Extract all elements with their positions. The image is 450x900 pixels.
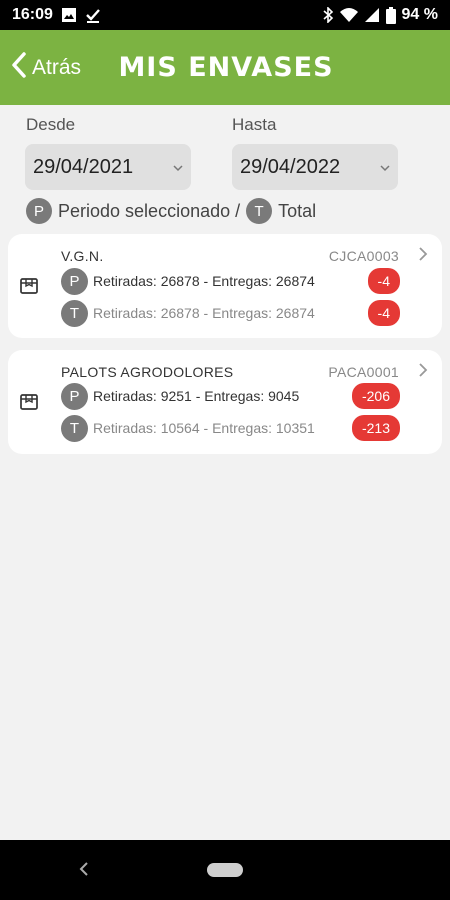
wifi-icon [339, 7, 358, 23]
from-date-select[interactable]: 29/04/2021 [25, 144, 191, 190]
period-text: Retiradas: 9251 - Entregas: 9045 [93, 388, 300, 404]
chevron-right-icon [418, 246, 428, 267]
system-nav-bar [0, 840, 450, 900]
container-name: V.G.N. [61, 248, 104, 264]
signal-icon [364, 7, 380, 23]
status-bar: 16:09 94 % [0, 0, 450, 30]
total-text: Retiradas: 10564 - Entregas: 10351 [93, 420, 315, 436]
nav-back-icon[interactable] [78, 858, 90, 884]
from-label: Desde [26, 115, 76, 134]
balance-badge: -4 [367, 268, 400, 294]
period-row: P Retiradas: 9251 - Entregas: 9045 -206 [61, 382, 400, 410]
back-button[interactable]: Atrás [10, 30, 81, 105]
image-icon [61, 7, 77, 23]
period-circle: P [26, 198, 52, 224]
total-circle: T [246, 198, 273, 224]
status-time: 16:09 [12, 6, 53, 23]
from-date-value: 29/04/2021 [33, 155, 134, 178]
chevron-down-icon [380, 160, 390, 175]
to-date-value: 29/04/2022 [240, 155, 341, 178]
app-header: MIS ENVASES Atrás [0, 30, 450, 105]
period-circle: P [61, 267, 88, 295]
balance-badge: -206 [351, 383, 400, 409]
period-row: P Retiradas: 26878 - Entregas: 26874 -4 [61, 267, 400, 295]
balance-badge: -4 [367, 300, 400, 326]
container-code: CJCA0003 [328, 248, 399, 264]
balance-badge: -213 [351, 415, 400, 441]
back-label: Atrás [32, 55, 82, 79]
chevron-left-icon [10, 51, 28, 85]
legend: P Periodo seleccionado / T Total [26, 198, 316, 224]
chevron-down-icon [173, 160, 183, 175]
period-legend-label: Periodo seleccionado / [58, 200, 241, 221]
chevron-right-icon [418, 362, 428, 383]
box-icon [19, 391, 39, 411]
period-circle: P [61, 382, 88, 410]
total-circle: T [61, 414, 88, 442]
nav-home-pill[interactable] [207, 863, 243, 877]
container-card[interactable]: V.G.N. CJCA0003 P Retiradas: 26878 - Ent… [8, 234, 442, 338]
total-row: T Retiradas: 26878 - Entregas: 26874 -4 [61, 299, 400, 327]
box-icon [19, 275, 39, 295]
total-text: Retiradas: 26878 - Entregas: 26874 [93, 305, 315, 321]
bluetooth-icon [322, 7, 334, 23]
download-done-icon [85, 7, 101, 23]
total-legend-label: Total [278, 200, 317, 221]
battery-percent: 94 % [401, 6, 438, 23]
total-circle: T [61, 299, 88, 327]
container-card[interactable]: PALOTS AGRODOLORES PACA0001 P Retiradas:… [8, 350, 442, 454]
container-code: PACA0001 [328, 364, 399, 380]
to-label: Hasta [232, 115, 277, 134]
total-row: T Retiradas: 10564 - Entregas: 10351 -21… [61, 414, 400, 442]
to-date-select[interactable]: 29/04/2022 [232, 144, 398, 190]
battery-icon [385, 6, 396, 24]
period-text: Retiradas: 26878 - Entregas: 26874 [93, 273, 315, 289]
container-name: PALOTS AGRODOLORES [61, 364, 234, 380]
